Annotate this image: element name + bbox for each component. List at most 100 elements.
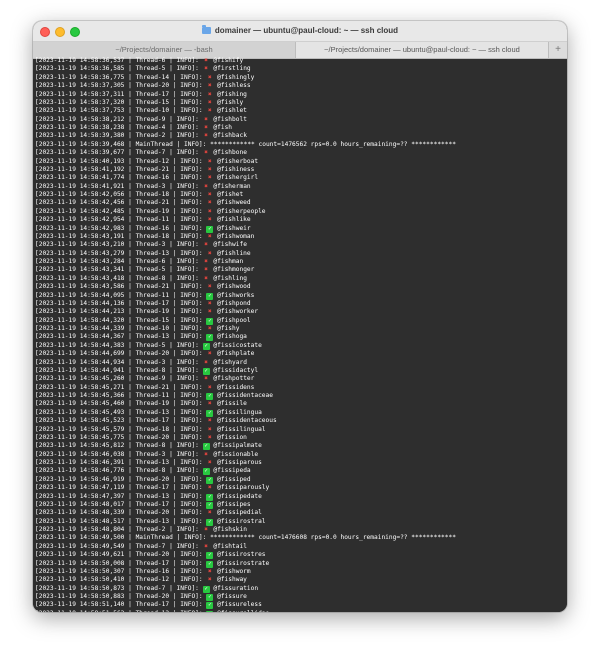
log-handle: @fishworker — [217, 308, 259, 316]
log-handle: @fishway — [217, 576, 247, 584]
log-handle: @fishy — [217, 325, 240, 332]
log-prefix: [2023-11-19 14:58:49,549 | Thread-7 | IN… — [35, 542, 199, 550]
title-bar[interactable]: domainer — ubuntu@paul-cloud: ~ — ssh cl… — [33, 21, 567, 42]
log-line: [2023-11-19 14:58:45,460 | Thread-19 | I… — [35, 400, 456, 408]
log-prefix: [2023-11-19 14:58:45,366 | Thread-11 | I… — [35, 392, 203, 399]
log-prefix: [2023-11-19 14:58:45,812 | Thread-8 | IN… — [35, 442, 199, 450]
cross-mark-icon: ✖ — [204, 65, 209, 73]
log-line: [2023-11-19 14:58:44,934 | Thread-3 | IN… — [35, 359, 456, 367]
log-prefix: [2023-11-19 14:58:46,776 | Thread-8 | IN… — [35, 467, 199, 475]
log-line: [2023-11-19 14:58:41,192 | Thread-21 | I… — [35, 166, 456, 174]
log-handle: @fissipeda — [213, 467, 251, 475]
log-line: [2023-11-19 14:58:39,468 | MainThread | … — [35, 141, 456, 149]
log-line: [2023-11-19 14:58:43,341 | Thread-5 | IN… — [35, 266, 456, 274]
log-handle: @fishing — [217, 90, 247, 98]
log-line: [2023-11-19 14:58:37,320 | Thread-15 | I… — [35, 99, 456, 107]
log-line: [2023-11-19 14:58:37,753 | Thread-10 | I… — [35, 107, 456, 115]
log-handle: @fissipedate — [217, 492, 262, 500]
log-handle: @fissipedial — [217, 509, 262, 517]
cross-mark-icon: ✖ — [208, 400, 212, 408]
log-line: [2023-11-19 14:58:38,212 | Thread-9 | IN… — [35, 116, 456, 124]
tab-bash-label: ~/Projects/domainer — -bash — [115, 45, 213, 54]
log-prefix: [2023-11-19 14:58:44,934 | Thread-3 | IN… — [35, 358, 199, 366]
cross-mark-icon: ✖ — [208, 425, 212, 433]
log-handle: @fissuration — [213, 584, 259, 592]
log-prefix: [2023-11-19 14:58:45,523 | Thread-17 | I… — [35, 417, 203, 425]
log-handle: @fissilingual — [217, 425, 266, 433]
log-handle: @firstling — [213, 65, 251, 73]
log-line: [2023-11-19 14:58:42,485 | Thread-19 | I… — [35, 208, 456, 216]
cross-mark-icon: ✖ — [204, 132, 209, 140]
log-handle: @fission — [217, 433, 247, 441]
tab-ssh-cloud[interactable]: ~/Projects/domainer — ubuntu@paul-cloud:… — [296, 42, 548, 58]
cross-mark-icon: ✖ — [204, 258, 209, 265]
cross-mark-icon: ✖ — [204, 241, 209, 249]
log-line: [2023-11-19 14:58:36,537 | Thread-6 | IN… — [35, 57, 456, 65]
log-line: [2023-11-19 14:58:41,774 | Thread-16 | I… — [35, 174, 456, 182]
log-handle: @fishyard — [213, 358, 247, 366]
log-prefix: [2023-11-19 14:58:44,136 | Thread-17 | I… — [35, 299, 203, 307]
log-line: [2023-11-19 14:58:39,380 | Thread-2 | IN… — [35, 132, 456, 140]
log-prefix: [2023-11-19 14:58:44,941 | Thread-8 | IN… — [35, 366, 199, 374]
log-handle: @fissidens — [217, 383, 255, 391]
log-prefix: [2023-11-19 14:58:46,919 | Thread-20 | I… — [35, 475, 203, 483]
log-handle: @fishman — [213, 258, 244, 265]
log-line: [2023-11-19 14:58:45,366 | Thread-11 | I… — [35, 392, 456, 400]
cross-mark-icon: ✖ — [208, 308, 212, 316]
log-handle: @fissure — [217, 593, 247, 600]
log-line: [2023-11-19 14:58:49,621 | Thread-20 | I… — [35, 551, 456, 560]
log-line: [2023-11-19 14:58:44,136 | Thread-17 | I… — [35, 300, 456, 308]
cross-mark-icon: ✖ — [208, 232, 212, 240]
log-line: [2023-11-19 14:58:45,493 | Thread-13 | I… — [35, 409, 456, 417]
log-line: [2023-11-19 14:58:42,056 | Thread-18 | I… — [35, 191, 456, 199]
log-line: [2023-11-19 14:58:50,873 | Thread-7 | IN… — [35, 585, 456, 593]
log-prefix: [2023-11-19 14:58:44,699 | Thread-20 | I… — [35, 350, 203, 358]
cross-mark-icon: ✖ — [204, 542, 209, 550]
log-line: [2023-11-19 14:58:44,383 | Thread-5 | IN… — [35, 342, 456, 350]
log-line: [2023-11-19 14:58:49,500 | MainThread | … — [35, 534, 456, 542]
check-mark-icon: ✓ — [206, 393, 214, 400]
cross-mark-icon: ✖ — [208, 207, 212, 215]
cross-mark-icon: ✖ — [204, 124, 209, 131]
terminal-output[interactable]: [2023-11-19 14:58:36,537 | Thread-6 | IN… — [33, 57, 567, 612]
log-prefix: [2023-11-19 14:58:45,493 | Thread-13 | I… — [35, 408, 203, 416]
log-prefix: [2023-11-19 14:58:36,775 | Thread-14 | I… — [35, 73, 203, 81]
log-handle: @fisherboat — [217, 157, 259, 165]
log-line: [2023-11-19 14:58:46,391 | Thread-13 | I… — [35, 459, 456, 467]
check-mark-icon: ✓ — [206, 602, 214, 610]
log-handle: @fishmonger — [213, 266, 255, 274]
log-line: [2023-11-19 14:58:50,410 | Thread-12 | I… — [35, 576, 456, 584]
cross-mark-icon: ✖ — [204, 149, 209, 157]
log-line: [2023-11-19 14:58:36,585 | Thread-5 | IN… — [35, 65, 456, 73]
cross-mark-icon: ✖ — [208, 459, 212, 466]
log-handle: @fishwife — [213, 241, 247, 249]
log-prefix: [2023-11-19 14:58:43,210 | Thread-3 | IN… — [35, 241, 199, 249]
log-handle: @fishly — [217, 98, 244, 106]
log-prefix: [2023-11-19 14:58:39,380 | Thread-2 | IN… — [35, 132, 199, 140]
log-line: [2023-11-19 14:58:36,775 | Thread-14 | I… — [35, 74, 456, 82]
log-handle: @fishpotter — [213, 375, 255, 383]
tab-bash[interactable]: ~/Projects/domainer — -bash — [33, 42, 296, 58]
cross-mark-icon: ✖ — [208, 567, 212, 575]
cross-mark-icon: ✖ — [208, 576, 212, 584]
check-mark-icon: ✓ — [206, 334, 214, 342]
log-line: [2023-11-19 14:58:49,549 | Thread-7 | IN… — [35, 543, 456, 551]
log-line: [2023-11-19 14:58:43,191 | Thread-18 | I… — [35, 233, 456, 241]
log-handle: @fisherpeople — [217, 207, 266, 215]
log-handle: @fishless — [217, 82, 251, 90]
log-prefix: [2023-11-19 14:58:45,271 | Thread-21 | I… — [35, 383, 203, 391]
cross-mark-icon: ✖ — [204, 266, 209, 274]
log-line: [2023-11-19 14:58:43,279 | Thread-13 | I… — [35, 250, 456, 258]
log-prefix: [2023-11-19 14:58:43,191 | Thread-18 | I… — [35, 232, 203, 240]
log-line: [2023-11-19 14:58:44,320 | Thread-15 | I… — [35, 317, 456, 325]
cross-mark-icon: ✖ — [208, 283, 212, 291]
log-prefix: [2023-11-19 14:58:50,410 | Thread-12 | I… — [35, 576, 203, 584]
cross-mark-icon: ✖ — [208, 82, 212, 90]
check-mark-icon: ✓ — [206, 610, 214, 612]
new-tab-button[interactable]: + — [548, 42, 567, 58]
cross-mark-icon: ✖ — [204, 358, 209, 366]
log-handle: @fishworks — [217, 291, 255, 299]
log-handle: @fishweir — [217, 224, 251, 232]
cross-mark-icon: ✖ — [204, 526, 209, 533]
log-prefix: [2023-11-19 14:58:42,954 | Thread-11 | I… — [35, 216, 203, 224]
